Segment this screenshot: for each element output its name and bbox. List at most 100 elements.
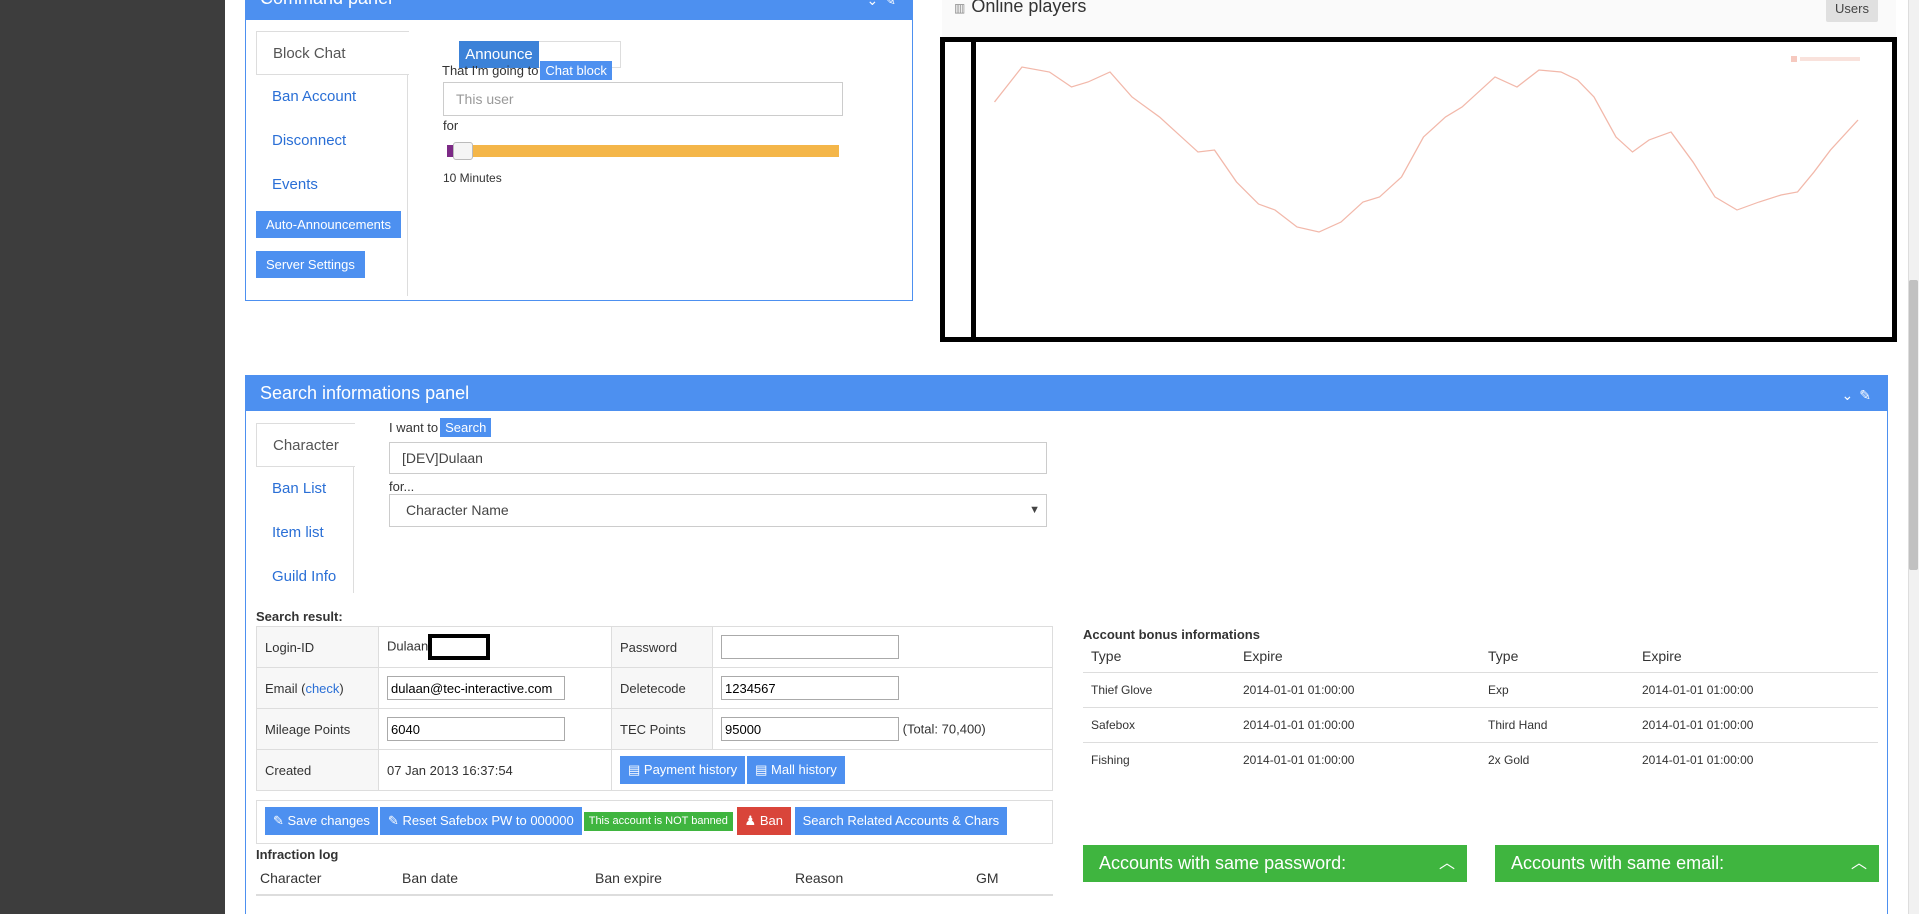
- for-label: for...: [389, 479, 415, 494]
- tab-disconnect[interactable]: Disconnect: [256, 119, 407, 163]
- duration-value: 10 Minutes: [443, 171, 502, 185]
- search-result-table: Login-ID Dulaan Password Email (check) D…: [256, 626, 1053, 791]
- same-password-title: Accounts with same password:: [1099, 853, 1347, 873]
- want-to-line: I want to Search: [389, 418, 492, 437]
- bonus-cell: 2014-01-01 01:00:00: [1235, 672, 1480, 708]
- users-button[interactable]: Users: [1826, 0, 1878, 22]
- wrench-icon[interactable]: ✎: [884, 0, 902, 8]
- edit-icon: ✎: [387, 813, 403, 828]
- save-changes-label: Save changes: [287, 813, 370, 828]
- chart-y-axis: [940, 37, 976, 342]
- infraction-log-title: Infraction log: [256, 847, 339, 862]
- save-changes-button[interactable]: ✎ Save changes: [265, 807, 378, 835]
- col-type: Type: [1480, 644, 1634, 673]
- bonus-cell: 2014-01-01 01:00:00: [1243, 753, 1355, 768]
- bonus-cell: 2014-01-01 01:00:00: [1634, 707, 1878, 743]
- tec-label: TEC Points: [611, 708, 713, 750]
- tab-ban-account[interactable]: Ban Account: [256, 75, 407, 119]
- command-panel-header: Command panel ⌄✎: [246, 0, 912, 20]
- bonus-cell: Fishing: [1091, 753, 1130, 768]
- edit-icon: ✎: [273, 813, 288, 828]
- deletecode-field[interactable]: [721, 676, 899, 700]
- target-user-input[interactable]: This user: [443, 82, 843, 116]
- password-field[interactable]: [721, 635, 899, 659]
- email-label-close: ): [339, 680, 344, 696]
- chart-canvas: [993, 56, 1860, 233]
- table-icon: ▤: [755, 762, 772, 777]
- bar-chart-icon: ▥: [954, 1, 966, 15]
- deletecode-label: Deletecode: [611, 667, 713, 709]
- search-input[interactable]: [DEV]Dulaan: [389, 442, 1047, 474]
- search-pill[interactable]: Search: [440, 418, 492, 437]
- col-type: Type: [1083, 644, 1235, 673]
- chart-legend: [1791, 56, 1860, 62]
- col-ban-expire: Ban expire: [591, 866, 791, 896]
- login-id-label: Login-ID: [256, 626, 379, 668]
- same-password-panel[interactable]: Accounts with same password: ︿: [1083, 845, 1467, 882]
- search-type-value: Character Name: [406, 502, 509, 518]
- mall-history-label: Mall history: [771, 762, 837, 777]
- bonus-cell: Exp: [1480, 672, 1634, 708]
- col-gm: GM: [972, 866, 1053, 896]
- chevron-up-icon[interactable]: ︿: [1439, 845, 1455, 882]
- search-related-button[interactable]: Search Related Accounts & Chars: [794, 807, 1008, 835]
- page-scrollbar-thumb[interactable]: [1909, 280, 1918, 570]
- want-to-text: I want to: [389, 420, 439, 435]
- bonus-cell: Safebox: [1083, 707, 1235, 743]
- tab-character[interactable]: Character: [256, 423, 355, 467]
- bonus-info-title: Account bonus informations: [1083, 627, 1260, 642]
- reset-safebox-label: Reset Safebox PW to 000000: [402, 813, 574, 828]
- reset-safebox-button[interactable]: ✎ Reset Safebox PW to 000000: [379, 807, 582, 835]
- duration-slider-handle[interactable]: [453, 142, 473, 160]
- tab-block-chat[interactable]: Block Chat: [256, 31, 409, 75]
- legend-label: [1800, 57, 1860, 61]
- tec-total: (Total: 70,400): [902, 721, 986, 737]
- tec-field[interactable]: [721, 717, 899, 741]
- col-ban-date: Ban date: [398, 866, 591, 896]
- command-panel-title: Command panel: [260, 0, 392, 8]
- tab-events[interactable]: Events: [256, 163, 407, 207]
- tab-item-list[interactable]: Item list: [256, 511, 353, 555]
- table-icon: ▤: [628, 762, 644, 777]
- legend-swatch: [1791, 56, 1797, 62]
- created-label: Created: [256, 749, 379, 791]
- mileage-cell: [378, 708, 612, 750]
- same-email-title: Accounts with same email:: [1511, 853, 1725, 873]
- server-settings-button[interactable]: Server Settings: [256, 251, 365, 278]
- email-label-cell: Email (check): [256, 667, 379, 709]
- email-check-link[interactable]: check: [305, 681, 339, 696]
- tab-ban-list[interactable]: Ban List: [256, 467, 353, 511]
- same-email-panel[interactable]: Accounts with same email: ︿: [1495, 845, 1879, 882]
- mileage-label: Mileage Points: [256, 708, 379, 750]
- mileage-field[interactable]: [387, 717, 565, 741]
- chat-block-pill[interactable]: Chat block: [540, 61, 612, 80]
- auto-announcements-button[interactable]: Auto-Announcements: [256, 211, 402, 238]
- action-row: ✎ Save changes ✎ Reset Safebox PW to 0000…: [256, 800, 1053, 844]
- search-panel-header: Search informations panel ⌄✎: [246, 376, 1887, 411]
- mall-history-button[interactable]: ▤ Mall history: [747, 756, 845, 784]
- bonus-cell: Thief Glove: [1083, 672, 1235, 708]
- ban-status-badge: This account is NOT banned: [583, 811, 733, 831]
- duration-slider[interactable]: [447, 145, 839, 157]
- chevron-down-icon[interactable]: ⌄: [867, 0, 885, 8]
- tec-cell: (Total: 70,400): [712, 708, 1053, 750]
- deletecode-cell: [712, 667, 1053, 709]
- search-type-select[interactable]: Character Name ▼: [389, 494, 1047, 527]
- ban-label: Ban: [759, 813, 783, 828]
- chevron-down-icon[interactable]: ⌄: [1842, 387, 1860, 403]
- password-cell: [712, 626, 1053, 668]
- tab-guild-info[interactable]: Guild Info: [256, 555, 353, 599]
- col-expire: Expire: [1634, 644, 1878, 673]
- table-row: Fishing 2014-01-01 01:00:00 2x Gold 2014…: [1083, 743, 1878, 778]
- history-buttons-cell: ▤ Payment history ▤ Mall history: [611, 749, 1053, 791]
- ban-button[interactable]: ♟ Ban: [736, 807, 791, 835]
- online-players-title: Online players: [971, 0, 1087, 16]
- login-id-value: Dulaan: [387, 638, 429, 654]
- email-label: Email (: [265, 680, 306, 696]
- online-players-chart: [940, 37, 1897, 342]
- col-character: Character: [256, 866, 398, 896]
- email-field[interactable]: [387, 676, 565, 700]
- wrench-icon[interactable]: ✎: [1859, 387, 1877, 403]
- chevron-up-icon[interactable]: ︿: [1851, 845, 1867, 882]
- payment-history-button[interactable]: ▤ Payment history: [620, 756, 746, 784]
